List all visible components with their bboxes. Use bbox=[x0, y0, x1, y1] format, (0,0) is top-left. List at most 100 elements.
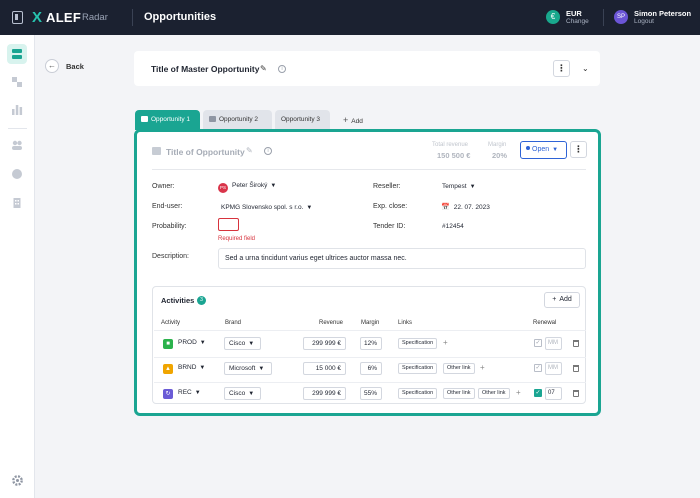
tender-value: #12454 bbox=[442, 223, 464, 230]
add-activity-label: Add bbox=[559, 296, 572, 303]
margin-input[interactable]: 6% bbox=[360, 362, 382, 375]
column-header: Brand bbox=[225, 320, 242, 326]
status-label: Open bbox=[532, 146, 550, 153]
opportunity-more-button[interactable]: ⋮ bbox=[570, 141, 587, 158]
add-link-icon[interactable]: + bbox=[480, 363, 485, 372]
brand-value: Cisco bbox=[229, 390, 246, 397]
enduser-select[interactable]: KPMG Slovensko spol. s r.o. ▼ bbox=[221, 204, 312, 211]
info-icon[interactable]: i bbox=[264, 147, 272, 155]
link-tag[interactable]: Specification bbox=[398, 388, 438, 399]
edit-pencil-icon[interactable]: ✎ bbox=[246, 146, 253, 155]
probability-input[interactable] bbox=[218, 218, 239, 231]
link-tag[interactable]: Specification bbox=[398, 338, 438, 349]
edit-pencil-icon[interactable]: ✎ bbox=[260, 64, 267, 73]
column-header: Activity bbox=[161, 320, 181, 326]
delete-icon[interactable] bbox=[573, 390, 579, 397]
activity-type-select[interactable]: REC ▼ bbox=[174, 387, 209, 400]
chevron-down-icon[interactable]: ⌄ bbox=[582, 64, 589, 73]
building-icon bbox=[13, 198, 21, 208]
tab-opportunity-2[interactable]: Opportunity 2 bbox=[203, 110, 272, 130]
renewal-month-input[interactable]: MM bbox=[545, 362, 562, 375]
sidebar-item-companies[interactable] bbox=[7, 193, 27, 213]
divider bbox=[152, 169, 586, 170]
sidebar-item-globe[interactable] bbox=[7, 164, 27, 184]
add-link-icon[interactable]: + bbox=[443, 338, 448, 347]
chevron-down-icon: ▼ bbox=[248, 341, 255, 347]
revenue-input[interactable]: 15 000 € bbox=[303, 362, 346, 375]
link-tag[interactable]: Specification bbox=[398, 363, 438, 374]
link-tag[interactable]: Other link bbox=[443, 388, 475, 399]
sidebar-item-contacts[interactable] bbox=[7, 135, 27, 155]
renewal-checkbox[interactable]: ✓ bbox=[534, 364, 542, 372]
list-icon bbox=[12, 49, 22, 59]
renewal-month-input[interactable]: MM bbox=[545, 337, 562, 350]
activity-type-select[interactable]: PROD ▼ bbox=[174, 337, 209, 350]
divider bbox=[154, 382, 586, 383]
plus-icon: + bbox=[552, 296, 557, 303]
euro-icon[interactable]: € bbox=[546, 10, 560, 24]
info-icon[interactable]: i bbox=[278, 65, 286, 73]
sidebar-item-opportunities[interactable] bbox=[7, 44, 27, 64]
add-link-icon[interactable]: + bbox=[516, 388, 521, 397]
description-field[interactable]: Sed a urna tincidunt varius eget ultrice… bbox=[218, 248, 586, 269]
settings-gear-icon[interactable] bbox=[11, 474, 24, 487]
revenue-input[interactable]: 299 999 € bbox=[303, 387, 346, 400]
tab-opportunity-1[interactable]: Opportunity 1 bbox=[135, 110, 200, 130]
delete-icon[interactable] bbox=[573, 340, 579, 347]
tab-label: Opportunity 2 bbox=[219, 116, 259, 123]
reseller-select[interactable]: Tempest ▼ bbox=[442, 183, 476, 190]
renewal-checkbox[interactable]: ✓ bbox=[534, 389, 542, 397]
back-button[interactable]: ← bbox=[45, 59, 59, 73]
opportunity-title: Title of Opportunity bbox=[166, 147, 245, 157]
column-header: Links bbox=[398, 320, 413, 326]
margin-input[interactable]: 12% bbox=[360, 337, 382, 350]
owner-select[interactable]: PS Peter Široký ▼ bbox=[218, 182, 276, 193]
reseller-value: Tempest bbox=[442, 183, 467, 190]
chevron-down-icon: ▼ bbox=[552, 147, 559, 153]
enduser-label: End-user: bbox=[152, 203, 183, 210]
margin-value: 20% bbox=[492, 151, 508, 160]
chevron-down-icon: ▼ bbox=[248, 391, 255, 397]
divider bbox=[603, 9, 604, 26]
users-icon bbox=[12, 140, 22, 150]
owner-avatar: PS bbox=[218, 183, 228, 193]
add-tab-button[interactable]: + Add bbox=[337, 110, 377, 130]
master-more-button[interactable]: ⋮ bbox=[553, 60, 570, 77]
brand-select[interactable]: Cisco ▼ bbox=[224, 337, 261, 350]
sidebar-item-reports[interactable] bbox=[7, 100, 27, 120]
exp-close-value: 22. 07. 2023 bbox=[453, 204, 490, 211]
tender-label: Tender ID: bbox=[373, 223, 406, 230]
tab-label: Opportunity 1 bbox=[151, 116, 191, 123]
link-tag[interactable]: Other link bbox=[478, 388, 510, 399]
column-header: Revenue bbox=[319, 320, 344, 326]
link-tag[interactable]: Other link bbox=[443, 363, 475, 374]
activity-type: BRND bbox=[178, 364, 197, 371]
logout-link[interactable]: Logout bbox=[634, 18, 654, 25]
renewal-month-input[interactable]: 07 bbox=[545, 387, 562, 400]
exp-close-date[interactable]: 📅 22. 07. 2023 bbox=[441, 203, 490, 211]
chevron-down-icon: ▼ bbox=[469, 184, 476, 190]
delete-icon[interactable] bbox=[573, 365, 579, 372]
status-dropdown[interactable]: Open ▼ bbox=[520, 141, 567, 159]
logo-x: X bbox=[32, 9, 43, 26]
activity-type-select[interactable]: BRND ▼ bbox=[174, 362, 209, 375]
add-activity-button[interactable]: + Add bbox=[544, 292, 580, 308]
total-revenue-label: Total revenue bbox=[432, 142, 469, 148]
margin-input[interactable]: 55% bbox=[360, 387, 382, 400]
currency-change-link[interactable]: Change bbox=[566, 18, 589, 25]
add-tab-label: Add bbox=[351, 118, 363, 125]
probability-error: Required field bbox=[218, 236, 256, 242]
user-avatar[interactable]: SP bbox=[614, 10, 628, 24]
reseller-label: Reseller: bbox=[373, 183, 401, 190]
back-label[interactable]: Back bbox=[66, 62, 84, 71]
product-icon: ■ bbox=[163, 339, 173, 349]
logo-product: Radar bbox=[82, 12, 108, 23]
logo-name: ALEF bbox=[46, 10, 82, 25]
brand-select[interactable]: Microsoft ▼ bbox=[224, 362, 272, 375]
brand-select[interactable]: Cisco ▼ bbox=[224, 387, 261, 400]
revenue-input[interactable]: 299 999 € bbox=[303, 337, 346, 350]
renewal-checkbox[interactable]: ✓ bbox=[534, 339, 542, 347]
tab-opportunity-3[interactable]: Opportunity 3 bbox=[275, 110, 330, 130]
sidebar-item-hierarchy[interactable] bbox=[7, 72, 27, 92]
sidebar-toggle-icon[interactable] bbox=[12, 11, 23, 24]
